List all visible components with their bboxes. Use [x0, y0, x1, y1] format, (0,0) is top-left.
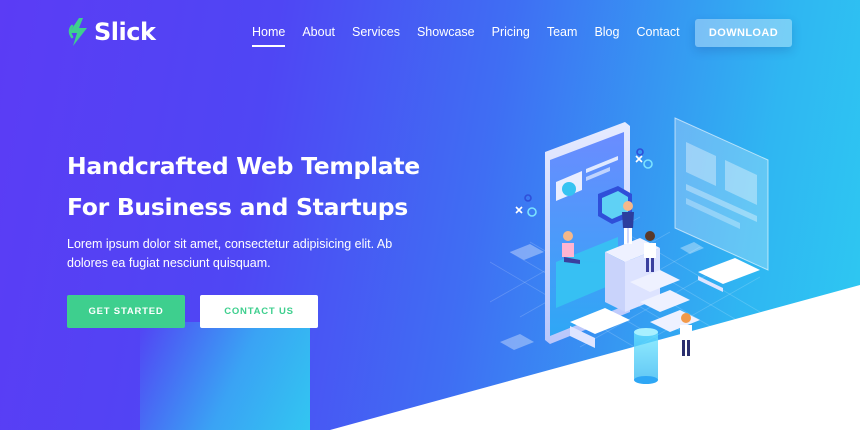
- nav-item-showcase[interactable]: Showcase: [417, 25, 475, 39]
- lightning-icon: [68, 18, 87, 46]
- paper-stack-right: [698, 258, 760, 292]
- nav-item-pricing[interactable]: Pricing: [492, 25, 530, 39]
- download-button[interactable]: DOWNLOAD: [695, 19, 792, 47]
- hero-description: Lorem ipsum dolor sit amet, consectetur …: [67, 237, 393, 270]
- contact-us-button[interactable]: CONTACT US: [200, 295, 318, 328]
- phone-device: [545, 122, 630, 344]
- brand-logo[interactable]: Slick: [66, 17, 156, 47]
- main-nav: Home About Services Showcase Pricing Tea…: [252, 25, 697, 47]
- brand-name: Slick: [94, 18, 156, 46]
- nav-item-services[interactable]: Services: [352, 25, 400, 39]
- nav-item-about[interactable]: About: [302, 25, 335, 39]
- glass-tube: [634, 328, 658, 384]
- get-started-button[interactable]: GET STARTED: [67, 295, 185, 328]
- hero-title-line-2: For Business and Startups: [67, 193, 408, 221]
- nav-item-contact[interactable]: Contact: [636, 25, 679, 39]
- hero-title: Handcrafted Web Template For Business an…: [67, 146, 467, 228]
- background-accent-block: [140, 322, 310, 430]
- hero-title-line-1: Handcrafted Web Template: [67, 152, 420, 180]
- hero-illustration: [490, 117, 769, 384]
- nav-item-blog[interactable]: Blog: [594, 25, 619, 39]
- nav-item-team[interactable]: Team: [547, 25, 578, 39]
- person-bottom: [680, 313, 692, 356]
- nav-item-home[interactable]: Home: [252, 25, 286, 47]
